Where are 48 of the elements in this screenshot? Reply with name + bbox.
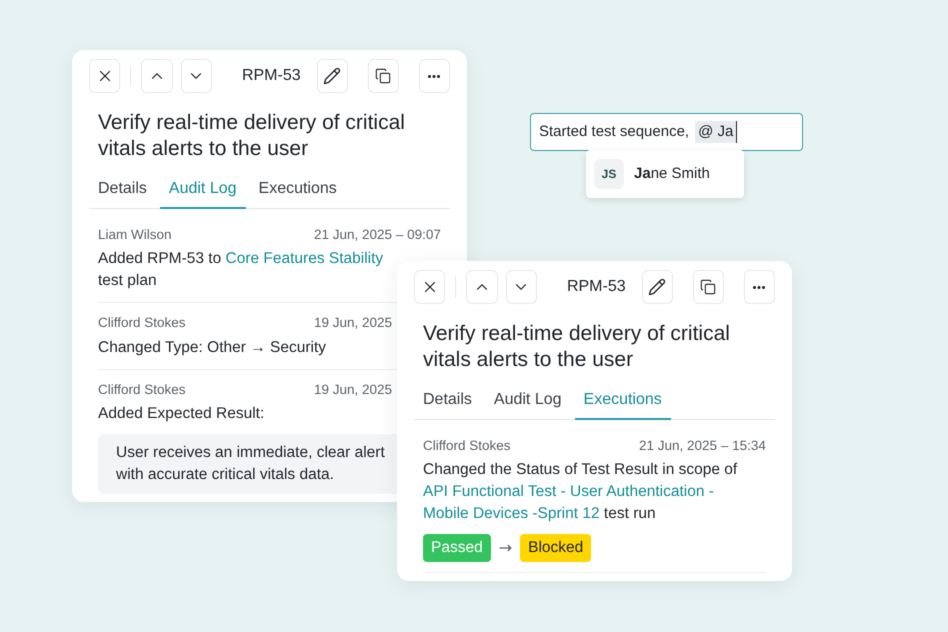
edit-button[interactable] <box>642 270 673 304</box>
copy-icon <box>700 279 716 295</box>
item-key: RPM-53 <box>566 275 626 299</box>
pencil-icon <box>323 67 342 85</box>
user-name: Jane Smith <box>634 164 710 184</box>
mention-chip: @ Ja <box>695 120 738 144</box>
edit-button[interactable] <box>316 59 348 93</box>
timestamp: 21 Jun, 2025 – 09:07 <box>314 226 441 244</box>
comment-text: Started test sequence, <box>539 122 690 142</box>
copy-icon <box>375 68 392 84</box>
timestamp: 19 Jun, 2025 <box>314 314 392 332</box>
tab[interactable]: Details <box>414 388 481 420</box>
author-name: Clifford Stokes <box>98 380 187 398</box>
status-tag: Passed <box>423 534 491 562</box>
more-button[interactable] <box>418 59 450 93</box>
timestamp: 21 Jun, 2025 – 15:34 <box>639 437 766 455</box>
author-name: Clifford Stokes <box>423 437 512 455</box>
comment-field[interactable]: Started test sequence, @ Ja <box>530 113 803 151</box>
tab[interactable]: Executions <box>574 388 671 420</box>
more-icon <box>753 286 766 288</box>
log-message: Added Expected Result: <box>98 404 266 424</box>
copy-button[interactable] <box>692 270 724 304</box>
tab[interactable]: Executions <box>250 177 346 209</box>
suggestion-item[interactable]: JS Jane Smith <box>594 159 736 189</box>
link[interactable]: Core Features Stability <box>226 250 384 268</box>
close-button[interactable] <box>414 270 446 304</box>
author-name: Liam Wilson <box>98 226 173 244</box>
tab[interactable]: Audit Log <box>484 388 571 420</box>
arrow-icon: → <box>498 536 512 560</box>
copy-button[interactable] <box>368 59 399 93</box>
close-button[interactable] <box>89 59 120 93</box>
tab[interactable]: Audit Log <box>160 177 246 209</box>
link[interactable]: API Functional Test - User Authentication - <box>423 483 714 500</box>
item-title: Verify real-time delivery of critical vitals alerts to the user <box>97 110 406 162</box>
log-message: Changed Type: Other → Security <box>98 338 328 358</box>
author-name: Clifford Stokes <box>98 314 187 332</box>
tab[interactable]: Details <box>89 177 156 209</box>
more-icon <box>428 74 440 78</box>
timestamp: 19 Jun, 2025 <box>314 380 392 398</box>
item-title: Verify real-time delivery of critical vitals alerts to the user <box>422 321 731 373</box>
log-message: Changed the Status of Test Result in scope of API Functional Test - User Authentication - Mobile Devices -Sprint 12 test run <box>423 460 738 524</box>
status-tag: Blocked <box>520 534 592 562</box>
log-message: Added RPM-53 to Core Features Stability test plan <box>98 249 384 292</box>
avatar: JS <box>594 159 624 189</box>
link[interactable]: Mobile Devices -Sprint 12 <box>423 505 600 522</box>
pencil-icon <box>648 278 666 296</box>
more-button[interactable] <box>744 270 776 304</box>
item-key: RPM-53 <box>242 64 301 88</box>
